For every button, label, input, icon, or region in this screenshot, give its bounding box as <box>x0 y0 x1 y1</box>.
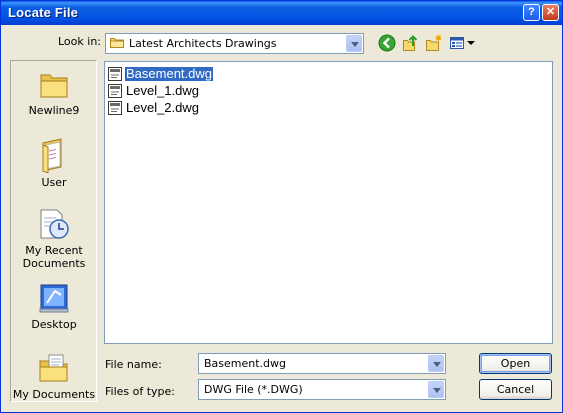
new-folder-icon[interactable] <box>425 34 443 52</box>
back-icon[interactable] <box>378 34 396 52</box>
file-name-field[interactable]: Basement.dwg <box>198 353 446 374</box>
open-button[interactable]: Open <box>479 353 552 374</box>
desktop-icon <box>39 284 69 313</box>
dwg-file-icon <box>108 84 122 98</box>
places-bar: Newline9 User My Recent Documents Deskto… <box>10 60 97 402</box>
place-label: User <box>41 176 67 189</box>
files-of-type-label: Files of type: <box>105 385 176 398</box>
look-in-value: Latest Architects Drawings <box>129 37 277 50</box>
place-label: Desktop <box>31 318 77 331</box>
place-user[interactable]: User <box>11 137 97 189</box>
file-name-value[interactable]: Basement.dwg <box>204 357 286 370</box>
file-name: Level_2.dwg <box>126 100 199 115</box>
chevron-down-icon[interactable] <box>428 381 444 398</box>
folder-icon <box>110 38 124 48</box>
place-label: My Recent Documents <box>22 244 86 270</box>
help-button[interactable]: ? <box>523 4 540 21</box>
my-documents-icon <box>39 354 68 382</box>
place-my-documents[interactable]: My Documents <box>11 351 97 401</box>
close-button[interactable]: ✕ <box>542 4 559 21</box>
file-name: Level_1.dwg <box>126 83 199 98</box>
file-name: Basement.dwg <box>125 66 213 81</box>
title-bar[interactable]: Locate File ? ✕ <box>1 1 562 25</box>
file-name-label: File name: <box>105 358 162 371</box>
files-of-type-dropdown[interactable]: DWG File (*.DWG) <box>198 379 446 400</box>
place-label: My Documents <box>12 388 96 401</box>
files-of-type-value: DWG File (*.DWG) <box>204 383 303 396</box>
chevron-down-icon[interactable] <box>346 35 362 52</box>
place-my-recent-documents[interactable]: My Recent Documents <box>11 207 97 270</box>
views-menu-icon[interactable] <box>449 34 477 52</box>
cancel-button[interactable]: Cancel <box>479 379 552 400</box>
look-in-label: Look in: <box>58 35 101 48</box>
recent-documents-icon <box>40 209 69 239</box>
file-list[interactable]: Basement.dwg Level_1.dwg Level_2.dwg <box>104 61 553 344</box>
chevron-down-icon[interactable] <box>428 355 444 372</box>
place-desktop[interactable]: Desktop <box>11 281 97 331</box>
window-title: Locate File <box>8 5 79 20</box>
folder-icon <box>40 74 68 98</box>
place-newline9[interactable]: Newline9 <box>11 69 97 117</box>
place-label: Newline9 <box>28 104 80 117</box>
locate-file-dialog: Locate File ? ✕ Look in: Latest Architec… <box>0 0 563 413</box>
up-folder-icon[interactable] <box>402 34 420 52</box>
user-folder-icon <box>42 138 62 173</box>
dwg-file-icon <box>108 101 122 115</box>
dwg-file-icon <box>108 67 122 81</box>
look-in-dropdown[interactable]: Latest Architects Drawings <box>105 33 364 54</box>
